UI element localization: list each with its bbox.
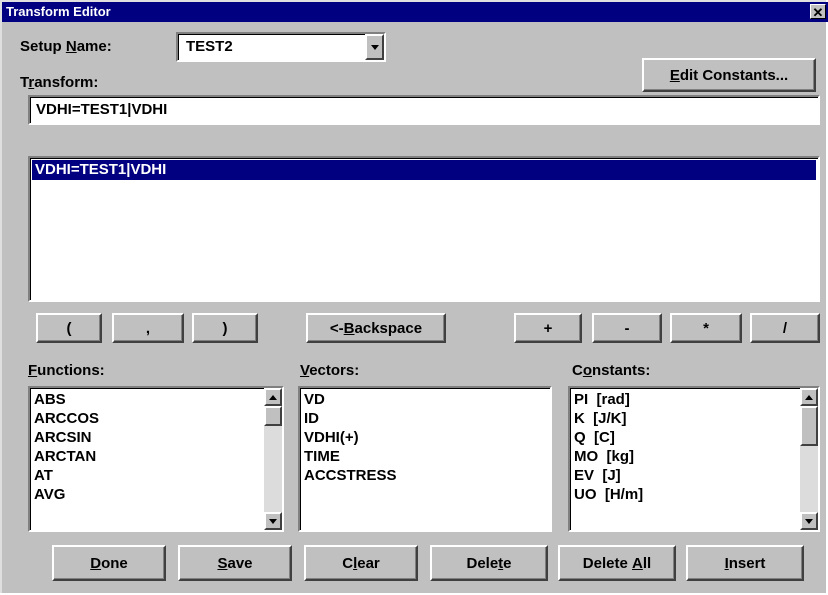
clear-button[interactable]: Cl ear (304, 545, 418, 581)
scrollbar-thumb[interactable] (264, 406, 282, 426)
vectors-list[interactable]: VD ID VDHI(+) TIME ACCSTRESS (298, 386, 552, 532)
divide-button[interactable]: / (750, 313, 820, 343)
list-item[interactable]: TIME (302, 447, 548, 466)
scroll-up-icon (805, 394, 813, 400)
scroll-up-button[interactable] (264, 388, 282, 406)
close-icon[interactable]: ✕ (810, 4, 826, 20)
plus-button[interactable]: + (514, 313, 582, 343)
list-item[interactable]: ACCSTRESS (302, 466, 548, 485)
list-item[interactable]: Q [C] (572, 428, 796, 447)
setup-name-combobox[interactable]: TEST2 (176, 32, 386, 62)
list-item[interactable]: AVG (32, 485, 260, 504)
insert-button[interactable]: Insert (686, 545, 804, 581)
list-item[interactable]: ARCSIN (32, 428, 260, 447)
setup-name-value: TEST2 (186, 38, 233, 55)
setup-name-dropdown-button[interactable] (365, 34, 384, 60)
vectors-label: Vectors: (300, 362, 360, 379)
edit-constants-button[interactable]: Edit Constants... (642, 58, 816, 92)
transform-list-item[interactable]: VDHI=TEST1|VDHI (32, 160, 816, 180)
scroll-up-icon (269, 394, 277, 400)
list-item[interactable]: PI [rad] (572, 390, 796, 409)
scroll-down-button[interactable] (800, 512, 818, 530)
list-item[interactable]: MO [kg] (572, 447, 796, 466)
functions-list[interactable]: ABS ARCCOS ARCSIN ARCTAN AT AVG (28, 386, 284, 532)
transform-input[interactable]: VDHI=TEST1|VDHI (28, 95, 820, 125)
save-button[interactable]: Save (178, 545, 292, 581)
delete-all-button[interactable]: Delete All (558, 545, 676, 581)
comma-button[interactable]: , (112, 313, 184, 343)
multiply-button[interactable]: * (670, 313, 742, 343)
constants-label: Constants: (572, 362, 651, 379)
list-item[interactable]: ARCCOS (32, 409, 260, 428)
scroll-up-button[interactable] (800, 388, 818, 406)
constants-scrollbar[interactable] (800, 388, 818, 530)
constants-list[interactable]: PI [rad] K [J/K] Q [C] MO [kg] EV [J] UO… (568, 386, 820, 532)
scroll-down-button[interactable] (264, 512, 282, 530)
list-item[interactable]: EV [J] (572, 466, 796, 485)
list-item[interactable]: ARCTAN (32, 447, 260, 466)
transform-editor-window: Transform Editor ✕ Setup Name: TEST2 Edi… (0, 0, 828, 593)
transform-list[interactable]: VDHI=TEST1|VDHI (28, 156, 820, 302)
transform-label: Transform: (20, 74, 99, 91)
open-paren-button[interactable]: ( (36, 313, 102, 343)
functions-label: Functions: (28, 362, 105, 379)
close-paren-button[interactable]: ) (192, 313, 258, 343)
list-item[interactable]: AT (32, 466, 260, 485)
list-item[interactable]: ABS (32, 390, 260, 409)
list-item[interactable]: UO [H/m] (572, 485, 796, 504)
title-bar[interactable]: Transform Editor ✕ (2, 2, 828, 22)
list-item[interactable]: VD (302, 390, 548, 409)
delete-button[interactable]: Dele t e (430, 545, 548, 581)
done-button[interactable]: Done (52, 545, 166, 581)
functions-scrollbar[interactable] (264, 388, 282, 530)
setup-name-label: Setup Name: (20, 38, 112, 55)
chevron-down-icon (370, 44, 379, 50)
backspace-button[interactable]: <- Backspace (306, 313, 446, 343)
scroll-down-icon (269, 518, 277, 524)
scrollbar-thumb[interactable] (800, 406, 818, 446)
window-title: Transform Editor (6, 4, 111, 19)
list-item[interactable]: K [J/K] (572, 409, 796, 428)
list-item[interactable]: VDHI(+) (302, 428, 548, 447)
scroll-down-icon (805, 518, 813, 524)
list-item[interactable]: ID (302, 409, 548, 428)
minus-button[interactable]: - (592, 313, 662, 343)
transform-input-value: VDHI=TEST1|VDHI (36, 101, 168, 118)
